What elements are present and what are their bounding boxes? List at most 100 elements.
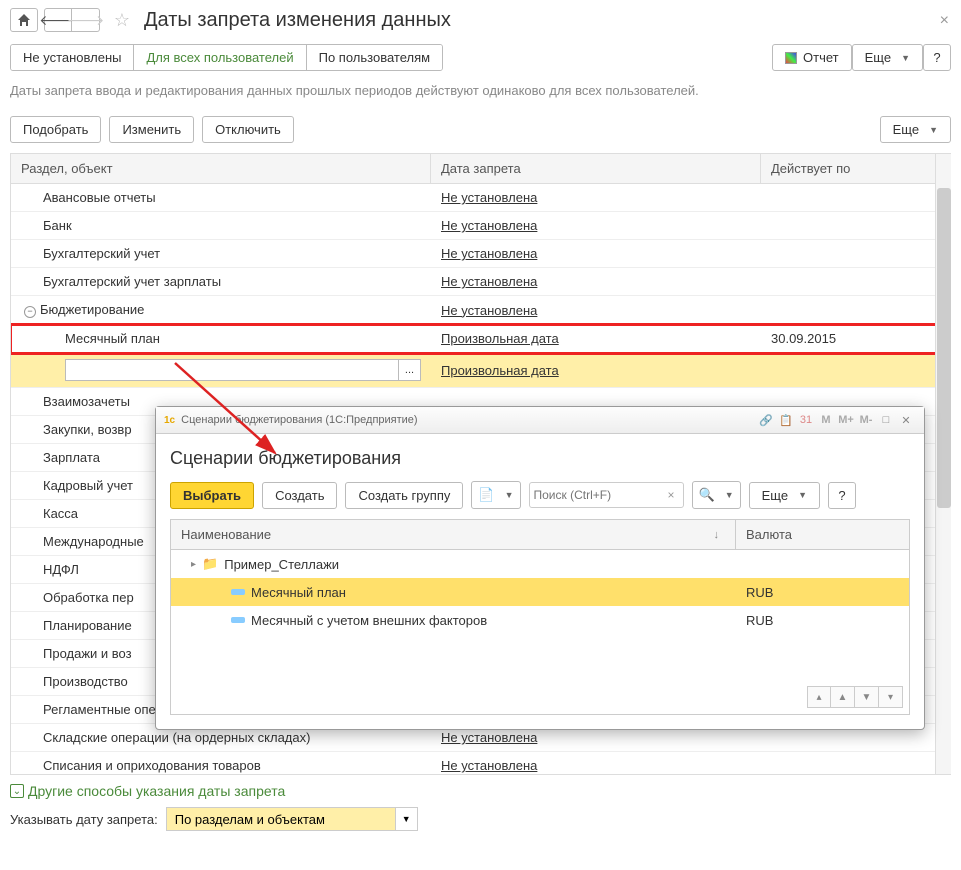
- dialog-column-name[interactable]: Наименование↓: [171, 520, 736, 549]
- sort-icon: ↓: [714, 529, 720, 541]
- row-name: Зарплата: [43, 450, 100, 465]
- more-button-actions[interactable]: Еще▼: [880, 116, 951, 143]
- create-button[interactable]: Создать: [262, 482, 337, 509]
- table-row[interactable]: ... Произвольная дата: [11, 353, 950, 388]
- row-name: Касса: [43, 506, 78, 521]
- help-button-top[interactable]: ?: [923, 44, 951, 71]
- row-name: НДФЛ: [43, 562, 79, 577]
- search-button[interactable]: 🔍▼: [692, 481, 741, 509]
- dialog-close-button[interactable]: ✕: [896, 411, 916, 429]
- table-row[interactable]: Бухгалтерский учетНе установлена: [11, 240, 950, 268]
- row-name: Международные: [43, 534, 144, 549]
- report-button[interactable]: Отчет: [772, 44, 852, 71]
- more-button-top[interactable]: Еще▼: [852, 44, 923, 71]
- table-row[interactable]: Месячный планПроизвольная дата30.09.2015: [11, 325, 950, 353]
- column-ban-date[interactable]: Дата запрета: [431, 154, 761, 183]
- select-button[interactable]: Выбрать: [170, 482, 254, 509]
- valid-until: 30.09.2015: [761, 325, 950, 352]
- ban-date-link[interactable]: Произвольная дата: [441, 363, 559, 378]
- ban-date-link[interactable]: Не установлена: [441, 246, 537, 261]
- dialog-title: Сценарии бюджетирования: [170, 448, 910, 469]
- m-minus-button[interactable]: M-: [856, 411, 876, 429]
- item-currency: RUB: [736, 580, 909, 605]
- dialog-help-button[interactable]: ?: [828, 482, 856, 509]
- forward-button[interactable]: 🡒: [72, 8, 100, 32]
- object-input[interactable]: [65, 359, 399, 381]
- clear-search-icon[interactable]: ×: [664, 488, 679, 502]
- close-button[interactable]: ×: [940, 12, 949, 30]
- collapse-icon[interactable]: −: [24, 306, 36, 318]
- specify-select[interactable]: [166, 807, 396, 831]
- document-icon: 📄: [478, 487, 494, 503]
- favorite-icon[interactable]: ☆: [110, 8, 134, 32]
- chevron-down-icon: ▼: [901, 53, 910, 63]
- edit-button[interactable]: Изменить: [109, 116, 194, 143]
- item-currency: RUB: [736, 608, 909, 633]
- valid-until: [761, 304, 950, 316]
- nav-first-button[interactable]: ▴: [807, 686, 831, 708]
- list-item[interactable]: Месячный планRUB: [171, 578, 909, 606]
- ban-date-link[interactable]: Произвольная дата: [441, 331, 559, 346]
- home-button[interactable]: [10, 8, 38, 32]
- tab-all-users[interactable]: Для всех пользователей: [134, 45, 306, 70]
- create-group-button[interactable]: Создать группу: [345, 482, 463, 509]
- valid-until: [761, 732, 950, 744]
- chevron-down-icon: ▼: [929, 125, 938, 135]
- specify-dropdown-button[interactable]: ▼: [396, 807, 418, 831]
- ban-date-link[interactable]: Не установлена: [441, 303, 537, 318]
- table-row[interactable]: −Бюджетирование Не установлена: [11, 296, 950, 325]
- expand-icon[interactable]: ▸: [191, 559, 196, 570]
- column-section[interactable]: Раздел, объект: [11, 154, 431, 183]
- insert-button[interactable]: 📄▼: [471, 481, 520, 509]
- chevron-down-icon: ⌄: [10, 784, 24, 798]
- row-name: Кадровый учет: [43, 478, 133, 493]
- list-item[interactable]: ▸📁Пример_Стеллажи: [171, 550, 909, 578]
- row-name: Бюджетирование: [40, 302, 144, 317]
- row-name: Планирование: [43, 618, 132, 633]
- table-row[interactable]: Банк Не установлена: [11, 212, 950, 240]
- table-row[interactable]: Бухгалтерский учет зарплатыНе установлен…: [11, 268, 950, 296]
- row-name: Взаимозачеты: [43, 394, 130, 409]
- row-name: Банк: [43, 218, 72, 233]
- page-title: Даты запрета изменения данных: [144, 9, 451, 32]
- item-currency: [736, 559, 909, 569]
- ban-date-link[interactable]: Не установлена: [441, 758, 537, 773]
- tab-not-set[interactable]: Не установлены: [11, 45, 134, 70]
- row-name: Продажи и воз: [43, 646, 132, 661]
- app-icon: 1c: [164, 415, 175, 426]
- ban-date-link[interactable]: Не установлена: [441, 274, 537, 289]
- nav-down-button[interactable]: ▼: [855, 686, 879, 708]
- link-icon[interactable]: 🔗: [756, 411, 776, 429]
- row-name: Закупки, возвр: [43, 422, 132, 437]
- calendar-icon[interactable]: 31: [796, 411, 816, 429]
- ban-date-link[interactable]: Не установлена: [441, 730, 537, 745]
- ban-date-link[interactable]: Не установлена: [441, 218, 537, 233]
- nav-up-button[interactable]: ▲: [831, 686, 855, 708]
- ban-date-link[interactable]: Не установлена: [441, 190, 537, 205]
- row-name: Обработка пер: [43, 590, 134, 605]
- valid-until: [761, 192, 950, 204]
- nav-last-button[interactable]: ▾: [879, 686, 903, 708]
- other-ways-toggle[interactable]: ⌄ Другие способы указания даты запрета: [10, 783, 951, 799]
- dialog-window-title: Сценарии бюджетирования (1С:Предприятие): [181, 414, 417, 426]
- specify-label: Указывать дату запрета:: [10, 812, 158, 827]
- scrollbar[interactable]: [935, 154, 951, 774]
- list-item[interactable]: Месячный с учетом внешних факторовRUB: [171, 606, 909, 634]
- calc-icon[interactable]: 📋: [776, 411, 796, 429]
- pick-button[interactable]: Подобрать: [10, 116, 101, 143]
- tab-by-users[interactable]: По пользователям: [307, 45, 442, 70]
- search-input[interactable]: [534, 488, 664, 502]
- description-text: Даты запрета ввода и редактирования данн…: [0, 75, 961, 112]
- folder-icon: 📁: [202, 556, 218, 572]
- table-row[interactable]: Списания и оприходования товаров Не устан…: [11, 752, 950, 774]
- dialog-column-currency[interactable]: Валюта: [736, 520, 909, 549]
- maximize-button[interactable]: □: [876, 411, 896, 429]
- m-plus-button[interactable]: M+: [836, 411, 856, 429]
- dialog-more-button[interactable]: Еще▼: [749, 482, 820, 509]
- lookup-button[interactable]: ...: [399, 359, 421, 381]
- m-button[interactable]: M: [816, 411, 836, 429]
- table-row[interactable]: Авансовые отчетыНе установлена: [11, 184, 950, 212]
- row-name: Списания и оприходования товаров: [43, 758, 261, 773]
- column-valid-until[interactable]: Действует по: [761, 154, 950, 183]
- disable-button[interactable]: Отключить: [202, 116, 294, 143]
